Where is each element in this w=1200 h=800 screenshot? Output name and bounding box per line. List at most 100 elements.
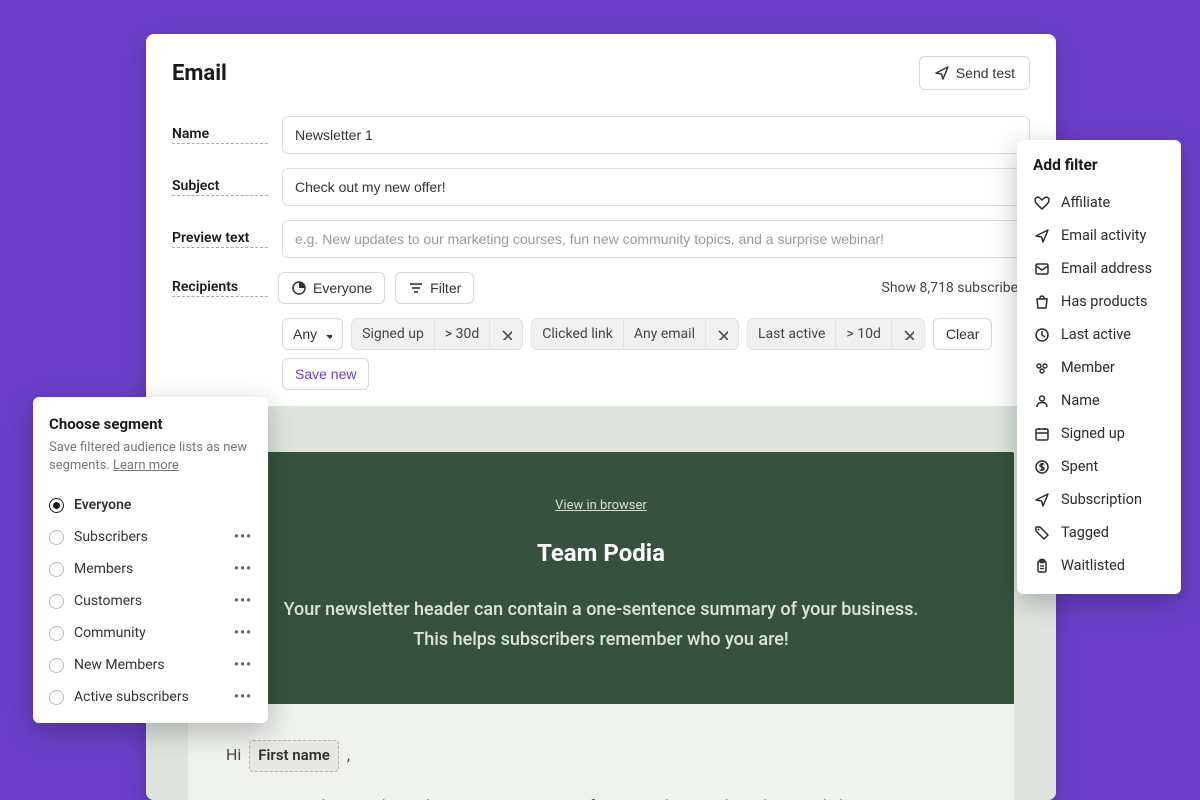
email-subtitle: Your newsletter header can contain a one… [281,595,921,654]
segment-list: EveryoneSubscribers•••Members•••Customer… [49,489,252,713]
remove-filter-icon[interactable] [891,319,924,349]
filter-option[interactable]: Member [1033,351,1165,384]
filters-row: Any Signed up > 30d Clicked link Any ema… [282,318,1030,390]
preview-text-label: Preview text [172,230,268,248]
user-icon [1033,392,1050,409]
filter-popover-title: Add filter [1033,156,1165,174]
filter-option[interactable]: Last active [1033,318,1165,351]
more-options-icon[interactable]: ••• [234,625,252,641]
group-icon [1033,359,1050,376]
filter-option[interactable]: Email activity [1033,219,1165,252]
radio-icon [49,690,64,705]
radio-icon [49,594,64,609]
calendar-icon [1033,425,1050,442]
filter-option[interactable]: Signed up [1033,417,1165,450]
add-filter-popover: Add filter AffiliateEmail activity Email … [1017,140,1181,594]
filter-list: AffiliateEmail activity Email address Has … [1033,186,1165,582]
more-options-icon[interactable]: ••• [234,657,252,673]
filter-chip-val: Any email [623,319,705,349]
email-body[interactable]: Hi First name , You can use this email t… [188,704,1014,800]
filter-option-label: Email address [1061,260,1152,277]
name-input[interactable] [282,116,1030,154]
filter-option[interactable]: Subscription [1033,483,1165,516]
filter-option-label: Subscription [1061,491,1142,508]
save-new-segment-button[interactable]: Save new [282,358,369,390]
filter-option-label: Signed up [1061,425,1125,442]
card-header: Email Send test [146,34,1056,106]
name-label: Name [172,126,268,144]
tag-icon [1033,524,1050,541]
clock-icon [1033,326,1050,343]
filter-label: Filter [430,280,461,296]
filter-option[interactable]: Spent [1033,450,1165,483]
filter-option-label: Has products [1061,293,1147,310]
email-hero: View in browser Team Podia Your newslett… [188,452,1014,704]
subject-label: Subject [172,178,268,196]
segment-option[interactable]: Community••• [49,617,252,649]
filter-option-label: Member [1061,359,1115,376]
radio-icon [49,562,64,577]
form-area: Name Subject Preview text Recipients Eve… [146,106,1056,406]
segment-option[interactable]: New Members ••• [49,649,252,681]
filter-option-label: Name [1061,392,1100,409]
everyone-segment-button[interactable]: Everyone [278,272,385,304]
dollar-icon [1033,458,1050,475]
more-options-icon[interactable]: ••• [234,689,252,705]
radio-icon [49,530,64,545]
mail-icon [1033,260,1050,277]
match-any-dropdown[interactable]: Any [282,318,343,350]
clear-filters-button[interactable]: Clear [933,318,992,350]
segment-option[interactable]: Members••• [49,553,252,585]
more-options-icon[interactable]: ••• [234,593,252,609]
everyone-label: Everyone [313,280,372,296]
more-options-icon[interactable]: ••• [234,561,252,577]
filter-option-label: Spent [1061,458,1098,475]
radio-icon [49,498,64,513]
filter-chip-clicked-link[interactable]: Clicked link Any email [531,318,739,350]
filter-option[interactable]: Tagged [1033,516,1165,549]
pie-chart-icon [291,280,307,296]
view-in-browser-link[interactable]: View in browser [555,498,647,513]
filter-chip-val: > 30d [434,319,489,349]
remove-filter-icon[interactable] [705,319,738,349]
segment-option-label: Subscribers [74,529,224,545]
subject-input[interactable] [282,168,1030,206]
email-brand-title: Team Podia [226,539,976,567]
subscriber-count-link[interactable]: Show 8,718 subscribers [882,280,1030,296]
heart-icon [1033,194,1050,211]
filter-chip-last-active[interactable]: Last active > 10d [747,318,925,350]
radio-icon [49,626,64,641]
any-label: Any [293,326,317,342]
filter-icon [408,280,424,296]
segment-popover-subtext: Save filtered audience lists as new segm… [49,439,252,475]
send-icon [934,65,950,81]
segment-option[interactable]: Subscribers ••• [49,521,252,553]
filter-option[interactable]: Waitlisted [1033,549,1165,582]
filter-chip-key: Last active [748,319,835,349]
segment-option[interactable]: Active subscribers••• [49,681,252,713]
learn-more-link[interactable]: Learn more [113,458,179,473]
body-paragraph: You can use this email template as a sta… [226,792,976,800]
segment-option[interactable]: Everyone [49,489,252,521]
remove-filter-icon[interactable] [489,319,522,349]
more-options-icon[interactable]: ••• [234,529,252,545]
filter-option-label: Last active [1061,326,1131,343]
segment-option-label: New Members [74,657,224,673]
filter-option[interactable]: Affiliate [1033,186,1165,219]
merge-tag-first-name[interactable]: First name [249,740,339,772]
send-test-label: Send test [956,65,1015,81]
filter-chip-signed-up[interactable]: Signed up > 30d [351,318,523,350]
filter-option[interactable]: Email address [1033,252,1165,285]
filter-chip-val: > 10d [835,319,890,349]
filter-option[interactable]: Name [1033,384,1165,417]
send-test-button[interactable]: Send test [919,56,1030,90]
clipboard-icon [1033,557,1050,574]
filter-option[interactable]: Has products [1033,285,1165,318]
chevron-down-icon [322,329,332,339]
segment-option[interactable]: Customers••• [49,585,252,617]
filter-button[interactable]: Filter [395,272,474,304]
preview-text-input[interactable] [282,220,1030,258]
email-preview-area: View in browser Team Podia Your newslett… [146,406,1056,800]
plane-icon [1033,491,1050,508]
bag-icon [1033,293,1050,310]
